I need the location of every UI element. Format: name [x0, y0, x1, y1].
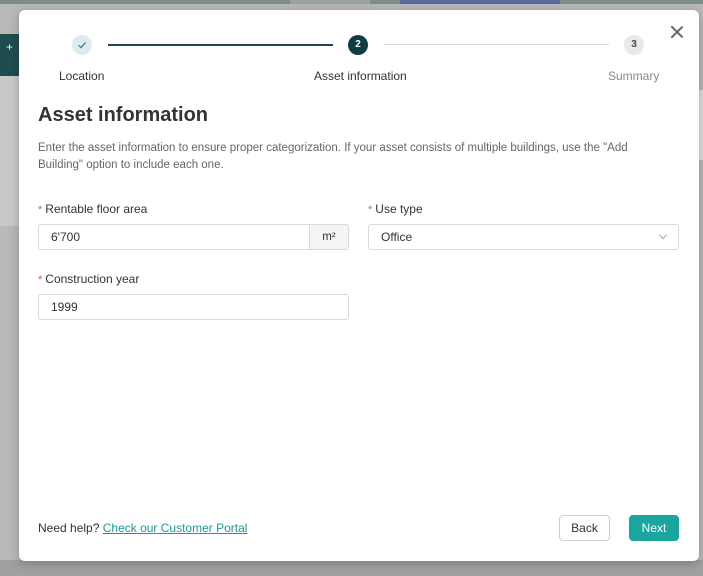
- background-bottom: [0, 560, 703, 576]
- floor-area-label: * Rentable floor area: [38, 202, 148, 216]
- use-type-value: Office: [381, 230, 413, 244]
- chevron-down-icon: [658, 230, 668, 240]
- background-edge: [699, 90, 703, 160]
- floor-area-input[interactable]: [38, 224, 310, 250]
- back-button[interactable]: Back: [559, 515, 610, 541]
- step-connector-2: [384, 44, 609, 45]
- help-text: Need help? Check our Customer Portal: [38, 521, 248, 535]
- close-icon[interactable]: [668, 23, 686, 41]
- step-3-indicator: 3: [624, 35, 644, 55]
- required-marker: *: [38, 274, 43, 286]
- step-label-summary: Summary: [608, 69, 660, 83]
- next-button[interactable]: Next: [629, 515, 679, 541]
- step-label-asset-information: Asset information: [314, 69, 407, 83]
- customer-portal-link[interactable]: Check our Customer Portal: [103, 521, 248, 535]
- construction-year-label: * Construction year: [38, 272, 140, 286]
- required-marker: *: [38, 204, 43, 216]
- background-sidebar: +: [0, 34, 20, 76]
- use-type-select[interactable]: Office: [368, 224, 679, 250]
- step-2-indicator: 2: [348, 35, 368, 55]
- floor-area-unit: m²: [309, 224, 349, 250]
- step-1-check-icon[interactable]: [72, 35, 92, 55]
- use-type-label: * Use type: [368, 202, 423, 216]
- page-title: Asset information: [38, 104, 209, 126]
- page-description: Enter the asset information to ensure pr…: [38, 142, 628, 171]
- required-marker: *: [368, 204, 373, 216]
- background-panel: [0, 76, 20, 226]
- step-label-location[interactable]: Location: [59, 69, 104, 83]
- check-icon: [78, 42, 86, 49]
- construction-year-input[interactable]: [38, 294, 349, 320]
- asset-wizard-dialog: 2 3 Location Asset information Summary A…: [19, 10, 699, 561]
- background-top-bar: [0, 0, 703, 4]
- step-connector-1: [108, 44, 333, 46]
